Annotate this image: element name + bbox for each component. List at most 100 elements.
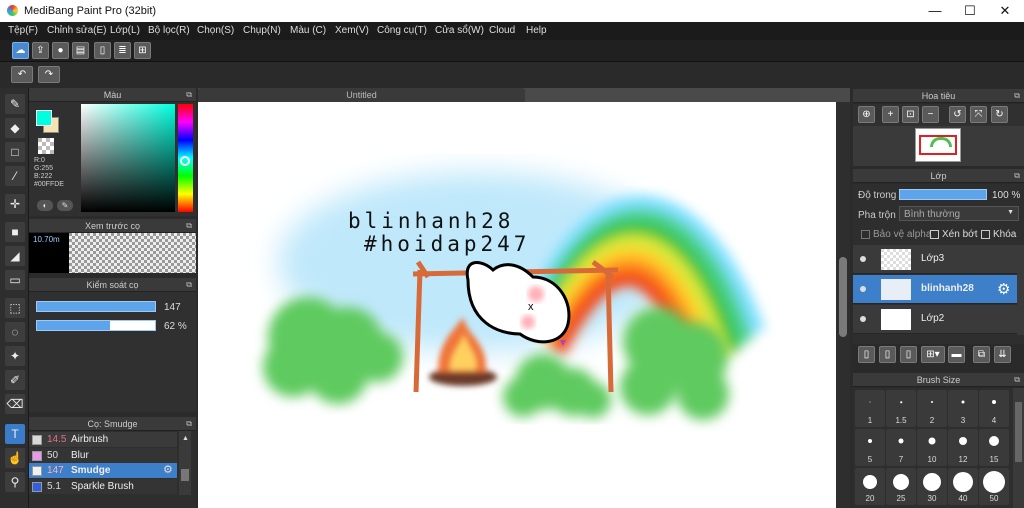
brush-size-option[interactable]: 30 [917,468,947,505]
layer-row[interactable]: Lớp3 [853,245,1017,274]
new-1bit-layer-icon[interactable]: ▯ [900,346,917,363]
scroll-thumb[interactable] [1015,402,1022,462]
eyedropper-icon[interactable]: ✎ [57,200,73,211]
grid-icon[interactable]: ⊞ [134,42,151,59]
scroll-thumb[interactable] [181,469,189,481]
brush-size-scrollbar[interactable] [1013,388,1024,508]
menu-snap[interactable]: Chụp(N) [243,25,281,36]
brush-size-option[interactable]: 25 [886,468,916,505]
new-layer-icon[interactable]: ▯ [858,346,875,363]
comment-icon[interactable]: ● [52,42,69,59]
blend-select[interactable]: Bình thường ▼ [899,206,1019,221]
new-halftone-layer-icon[interactable]: ▯ [879,346,896,363]
brush-size-option[interactable]: 50 [979,468,1009,505]
brush-list-scrollbar[interactable]: ▲ [179,431,191,495]
magic-wand-icon[interactable]: ✦ [5,346,25,366]
brush-item[interactable]: 14.5 Airbrush [29,432,177,447]
minimize-button[interactable]: — [918,0,952,22]
canvas-text-line2[interactable]: #hoidap247 [364,232,530,256]
brush-size-option[interactable]: 1 [855,390,885,427]
zoom-out-icon[interactable]: − [922,106,939,123]
share-icon[interactable]: ⇪ [32,42,49,59]
scroll-up-icon[interactable]: ▲ [182,435,189,442]
brush-size-option[interactable]: 1.5 [886,390,916,427]
popout-icon[interactable]: ⧉ [1014,373,1020,387]
popout-icon[interactable]: ⧉ [1014,169,1020,183]
operation-tool-icon[interactable]: ☝ [5,448,25,468]
menu-edit[interactable]: Chỉnh sửa(E) [47,25,107,36]
merge-layer-icon[interactable]: ⇊ [994,346,1011,363]
palette-icon[interactable]: ◐ [37,200,53,211]
popout-icon[interactable]: ⧉ [1014,89,1020,103]
scroll-thumb[interactable] [839,257,847,337]
rotate-left-icon[interactable]: ↺ [949,106,966,123]
layer-opacity-slider[interactable] [899,189,987,200]
duplicate-layer-icon[interactable]: ⧉ [973,346,990,363]
brush-size-option[interactable]: 10 [917,429,947,466]
canvas-text-line1[interactable]: blinhanh28 [348,209,514,233]
drawing-canvas[interactable]: x blinhanh28 #hoidap247 [198,102,836,508]
layer-scrollbar[interactable] [1017,245,1024,335]
navigator-thumbnail[interactable] [915,128,961,162]
close-button[interactable]: ✕ [988,0,1022,22]
add-layer-menu-icon[interactable]: ⊞▾ [921,346,945,363]
brush-size-option[interactable]: 12 [948,429,978,466]
menu-file[interactable]: Tệp(F) [8,25,38,36]
list-icon[interactable]: ≣ [114,42,131,59]
zoom-in-icon[interactable]: + [882,106,899,123]
alpha-protect-checkbox[interactable] [861,230,870,239]
gradient-tool-icon[interactable]: ▭ [5,270,25,290]
eraser-tool-icon[interactable]: ◆ [5,118,25,138]
brush-size-option[interactable]: 3 [948,390,978,427]
popout-icon[interactable]: ⧉ [186,219,192,233]
flip-icon[interactable]: ⤧ [970,106,987,123]
menu-color[interactable]: Màu (C) [290,25,326,36]
menu-window[interactable]: Cửa sổ(W) [435,25,484,36]
brush-size-slider[interactable] [36,301,156,312]
menu-filter[interactable]: Bộ lọc(R) [148,25,190,36]
popout-icon[interactable]: ⧉ [186,417,192,431]
rotate-right-icon[interactable]: ↻ [991,106,1008,123]
gear-icon[interactable]: ⚙ [163,463,173,478]
transparent-swatch[interactable] [38,138,54,154]
bucket-tool-icon[interactable]: ◢ [5,246,25,266]
menu-cloud[interactable]: Cloud [489,25,515,36]
cloud-icon[interactable]: ☁ [12,42,29,59]
saturation-value-picker[interactable] [81,104,175,212]
popout-icon[interactable]: ⧉ [186,278,192,292]
brush-size-option[interactable]: 40 [948,468,978,505]
select-eraser-icon[interactable]: ⌫ [5,394,25,414]
clipping-checkbox[interactable] [930,230,939,239]
menu-select[interactable]: Chọn(S) [197,25,234,36]
brush-size-option[interactable]: 20 [855,468,885,505]
hue-handle[interactable] [180,156,190,166]
select-tool-icon[interactable]: ⬚ [5,298,25,318]
brush-item[interactable]: 50 Blur [29,448,177,463]
lock-checkbox[interactable] [981,230,990,239]
brush-item[interactable]: 5.1 Sparkle Brush [29,479,177,494]
layer-row-selected[interactable]: blinhanh28 ⚙ [853,275,1017,304]
visibility-icon[interactable] [860,286,866,292]
menu-view[interactable]: Xem(V) [335,25,369,36]
eyedropper-tool-icon[interactable]: ⚲ [5,472,25,492]
opacity-slider[interactable] [36,320,156,331]
menu-help[interactable]: Help [526,25,547,36]
visibility-icon[interactable] [860,256,866,262]
lasso-tool-icon[interactable]: ◌ [5,322,25,342]
folder-icon[interactable]: ▬ [948,346,965,363]
brush-tool-icon[interactable]: ✎ [5,94,25,114]
zoom-icon[interactable]: ⊕ [858,106,875,123]
document-icon[interactable]: ▯ [94,42,111,59]
brush-size-option[interactable]: 2 [917,390,947,427]
maximize-button[interactable]: ☐ [953,0,987,22]
move-tool-icon[interactable]: ✛ [5,194,25,214]
menu-tools[interactable]: Công cụ(T) [377,25,427,36]
chat-icon[interactable]: ▤ [72,42,89,59]
select-pen-icon[interactable]: ✐ [5,370,25,390]
hue-slider[interactable] [178,104,193,212]
dot-tool-icon[interactable]: ⁄ [5,166,25,186]
document-tab[interactable]: Untitled [198,88,525,102]
undo-icon[interactable]: ↶ [11,66,33,83]
gear-icon[interactable]: ⚙ [997,280,1010,298]
text-tool-icon[interactable]: T [5,424,25,444]
